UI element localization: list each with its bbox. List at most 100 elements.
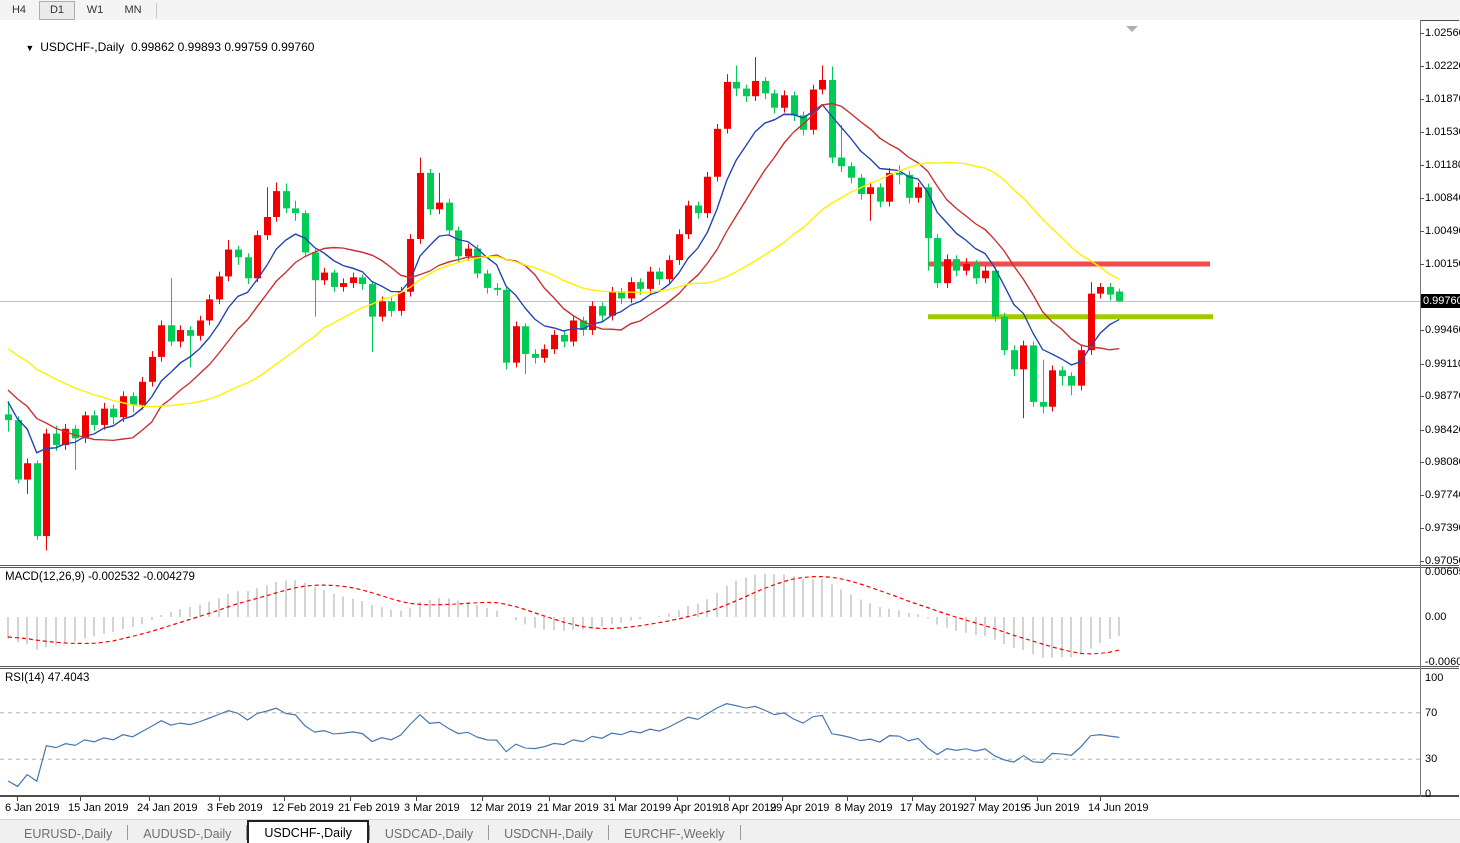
date-axis-tick (975, 797, 976, 801)
price-axis-tick (1420, 132, 1424, 133)
price-axis-tick (1420, 99, 1424, 100)
price-axis-label: 1.01180 (1425, 159, 1460, 171)
price-axis-label: 1.01870 (1425, 93, 1460, 105)
date-axis-tick (149, 797, 150, 801)
date-axis-tick (615, 797, 616, 801)
macd-axis-label: 0.006058 (1425, 566, 1460, 578)
price-axis-line (1420, 20, 1421, 797)
chart-tab-usdchf[interactable]: USDCHF-,Daily (247, 820, 369, 843)
chart-tab-usdcnh[interactable]: USDCNH-,Daily (489, 824, 608, 843)
panel-separator-macd-rsi[interactable] (0, 666, 1459, 669)
panel-separator-main-macd[interactable] (0, 565, 1459, 568)
price-axis-label: 0.98770 (1425, 390, 1460, 402)
date-axis-tick (350, 797, 351, 801)
tab-divider (740, 825, 741, 840)
date-axis-tick (416, 797, 417, 801)
date-axis-label: 5 Jun 2019 (1025, 802, 1079, 814)
macd-panel-chart[interactable] (0, 568, 1420, 666)
price-axis-tick (1420, 66, 1424, 67)
chart-tab-eurchf[interactable]: EURCHF-,Weekly (609, 824, 739, 843)
price-axis-label: 0.99460 (1425, 324, 1460, 336)
price-axis-tick (1420, 561, 1424, 562)
price-axis-label: 1.02560 (1425, 27, 1460, 39)
date-axis-tick (284, 797, 285, 801)
date-axis-label: 17 May 2019 (900, 802, 964, 814)
timeframe-button-h4[interactable]: H4 (1, 1, 37, 20)
price-axis-tick (1420, 33, 1424, 34)
toolbar-separator (156, 3, 157, 18)
price-axis-label: 1.02220 (1425, 60, 1460, 72)
price-axis-tick (1420, 528, 1424, 529)
date-axis-label: 6 Jan 2019 (5, 802, 59, 814)
rsi-axis-label: 100 (1425, 672, 1443, 684)
date-axis-tick (912, 797, 913, 801)
current-price-badge: 0.99760 (1421, 294, 1460, 308)
date-axis-tick (847, 797, 848, 801)
price-axis-label: 0.98080 (1425, 456, 1460, 468)
date-axis-label: 29 Apr 2019 (770, 802, 829, 814)
date-axis-label: 3 Feb 2019 (207, 802, 263, 814)
price-axis-tick (1420, 165, 1424, 166)
symbol-label: USDCHF-,Daily (40, 40, 124, 54)
date-axis-tick (677, 797, 678, 801)
date-axis-tick (782, 797, 783, 801)
timeframe-buttons: H4D1W1MN (0, 1, 152, 20)
date-axis-label: 24 Jan 2019 (137, 802, 198, 814)
date-axis-label: 9 Apr 2019 (665, 802, 718, 814)
date-axis-label: 31 Mar 2019 (603, 802, 665, 814)
chart-tab-usdcad[interactable]: USDCAD-,Daily (370, 824, 488, 843)
chart-tab-audusd[interactable]: AUDUSD-,Daily (128, 824, 246, 843)
price-axis-tick (1420, 264, 1424, 265)
timeframe-button-w1[interactable]: W1 (77, 1, 113, 20)
date-axis-label: 21 Feb 2019 (338, 802, 400, 814)
date-axis[interactable]: 6 Jan 2019 15 Jan 2019 24 Jan 2019 3 Feb 20… (0, 797, 1460, 819)
price-axis-label: 1.00150 (1425, 258, 1460, 270)
date-axis-label: 18 Apr 2019 (717, 802, 776, 814)
price-axis-label: 0.97390 (1425, 522, 1460, 534)
macd-axis-label: -0.00609 (1425, 656, 1460, 668)
price-axis-label: 1.00840 (1425, 192, 1460, 204)
date-axis-tick (1100, 797, 1101, 801)
date-axis-label: 8 May 2019 (835, 802, 892, 814)
macd-axis-label: 0.00 (1425, 611, 1446, 623)
macd-title: MACD(12,26,9) -0.002532 -0.004279 (5, 571, 195, 583)
price-axis-tick (1420, 495, 1424, 496)
timeframe-button-d1[interactable]: D1 (39, 1, 75, 20)
ohlc-values: 0.99862 0.99893 0.99759 0.99760 (131, 40, 315, 54)
chart-tab-eurusd[interactable]: EURUSD-,Daily (9, 824, 127, 843)
date-axis-label: 27 May 2019 (963, 802, 1027, 814)
rsi-axis-label: 70 (1425, 707, 1437, 719)
date-axis-tick (1037, 797, 1038, 801)
date-axis-label: 12 Mar 2019 (470, 802, 532, 814)
date-axis-label: 15 Jan 2019 (68, 802, 129, 814)
date-axis-tick (729, 797, 730, 801)
price-axis-tick (1420, 430, 1424, 431)
date-axis-tick (17, 797, 18, 801)
price-axis-tick (1420, 396, 1424, 397)
mt4-chart-window: H4D1W1MN ▼ USDCHF-,Daily 0.99862 0.99893 … (0, 0, 1460, 843)
price-axis-label: 0.99110 (1425, 358, 1460, 370)
chart-symbol-title: ▼ USDCHF-,Daily 0.99862 0.99893 0.99759 0… (12, 26, 314, 68)
date-axis-label: 12 Feb 2019 (272, 802, 334, 814)
rsi-axis-label: 30 (1425, 753, 1437, 765)
date-axis-tick (549, 797, 550, 801)
price-axis-tick (1420, 330, 1424, 331)
rsi-title: RSI(14) 47.4043 (5, 672, 89, 684)
date-axis-label: 14 Jun 2019 (1088, 802, 1149, 814)
price-axis-label: 0.97740 (1425, 489, 1460, 501)
price-axis-label: 1.00490 (1425, 225, 1460, 237)
date-axis-label: 3 Mar 2019 (404, 802, 460, 814)
date-axis-tick (219, 797, 220, 801)
date-axis-label: 21 Mar 2019 (537, 802, 599, 814)
timeframe-toolbar: H4D1W1MN (0, 0, 1460, 21)
chart-tab-bar: EURUSD-,DailyAUDUSD-,DailyUSDCHF-,DailyU… (0, 819, 1460, 843)
timeframe-button-mn[interactable]: MN (115, 1, 151, 20)
chevron-down-icon[interactable]: ▼ (25, 43, 34, 53)
price-axis-tick (1420, 364, 1424, 365)
price-axis-label: 0.98420 (1425, 424, 1460, 436)
price-axis-tick (1420, 462, 1424, 463)
main-price-chart[interactable] (0, 20, 1420, 565)
rsi-panel-chart[interactable] (0, 669, 1420, 795)
price-axis-tick (1420, 231, 1424, 232)
date-axis-tick (482, 797, 483, 801)
